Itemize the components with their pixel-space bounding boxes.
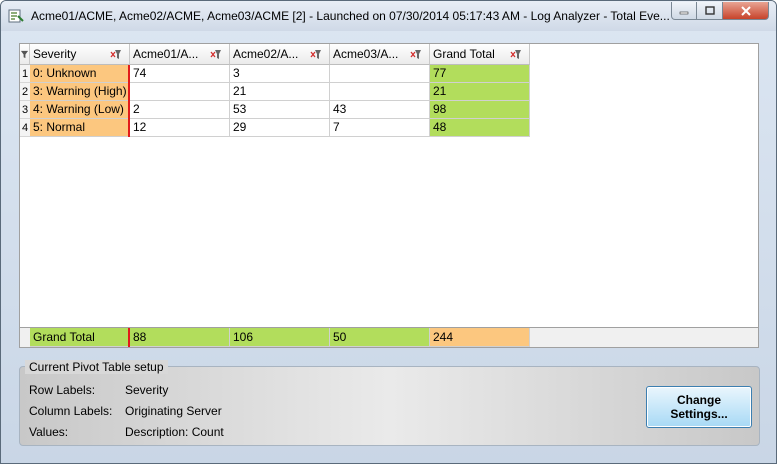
maximize-button[interactable] [697, 2, 723, 20]
value-cell[interactable]: 43 [330, 101, 430, 119]
row-number: 1 [20, 65, 30, 83]
header-acme01[interactable]: Acme01/A... [130, 44, 230, 65]
header-label: Acme01/A... [133, 47, 199, 61]
window-title: Acme01/ACME, Acme02/ACME, Acme03/ACME [2… [31, 9, 670, 23]
column-labels-key: Column Labels: [29, 404, 113, 418]
grand-total-cell[interactable]: 88 [130, 328, 230, 347]
filter-icon[interactable] [510, 49, 522, 60]
header-label: Severity [33, 47, 77, 61]
severity-cell[interactable]: 3: Warning (High) [30, 83, 130, 101]
row-number: 2 [20, 83, 30, 101]
change-settings-button[interactable]: Change Settings... [646, 386, 752, 428]
header-severity[interactable]: Severity [30, 44, 130, 65]
grand-total-row: Grand Total 88 106 50 244 [19, 327, 759, 348]
grand-total-cell[interactable]: 50 [330, 328, 430, 347]
pivot-grid[interactable]: Severity Acme01/A... Acme02/A... Acme03/… [19, 43, 759, 347]
total-cell[interactable]: 98 [430, 101, 530, 119]
total-cell[interactable]: 77 [430, 65, 530, 83]
value-cell[interactable] [330, 65, 430, 83]
close-icon [740, 5, 751, 16]
value-cell[interactable]: 2 [130, 101, 230, 119]
value-cell[interactable]: 7 [330, 119, 430, 137]
value-cell[interactable]: 29 [230, 119, 330, 137]
header-label: Acme02/A... [233, 47, 299, 61]
severity-cell[interactable]: 5: Normal [30, 119, 130, 137]
grand-total-label[interactable]: Grand Total [30, 328, 130, 347]
values-value: Description: Count [125, 425, 224, 439]
value-cell[interactable]: 12 [130, 119, 230, 137]
app-icon [8, 9, 24, 23]
grand-total-cell[interactable]: 106 [230, 328, 330, 347]
value-cell[interactable] [130, 83, 230, 101]
header-label: Grand Total [433, 47, 495, 61]
header-grand-total[interactable]: Grand Total [430, 44, 530, 65]
grid-corner[interactable] [20, 44, 30, 65]
row-number: 4 [20, 119, 30, 137]
filter-icon[interactable] [110, 49, 122, 60]
filter-icon[interactable] [210, 49, 222, 60]
values-key: Values: [29, 425, 69, 439]
filter-icon[interactable] [310, 49, 322, 60]
severity-cell[interactable]: 4: Warning (Low) [30, 101, 130, 119]
log-analyzer-window: Acme01/ACME, Acme02/ACME, Acme03/ACME [2… [0, 0, 777, 464]
row-number: 3 [20, 101, 30, 119]
close-button[interactable] [723, 2, 769, 20]
header-acme03[interactable]: Acme03/A... [330, 44, 430, 65]
row-labels-value: Severity [125, 383, 169, 397]
value-cell[interactable]: 74 [130, 65, 230, 83]
header-label: Acme03/A... [333, 47, 399, 61]
row-labels-key: Row Labels: [29, 383, 96, 397]
value-cell[interactable]: 3 [230, 65, 330, 83]
minimize-button[interactable] [671, 2, 697, 20]
filter-icon[interactable] [410, 49, 422, 60]
minimize-icon [679, 11, 689, 14]
pivot-setup-title: Current Pivot Table setup [25, 360, 168, 374]
filter-icon [20, 50, 29, 59]
column-labels-value: Originating Server [125, 404, 222, 418]
row-header-separator [128, 328, 130, 347]
header-acme02[interactable]: Acme02/A... [230, 44, 330, 65]
row-header-separator [128, 65, 130, 137]
grand-total-sum-cell[interactable]: 244 [430, 328, 530, 347]
maximize-icon [704, 6, 715, 15]
total-cell[interactable]: 21 [430, 83, 530, 101]
value-cell[interactable]: 21 [230, 83, 330, 101]
value-cell[interactable]: 53 [230, 101, 330, 119]
value-cell[interactable] [330, 83, 430, 101]
severity-cell[interactable]: 0: Unknown [30, 65, 130, 83]
total-cell[interactable]: 48 [430, 119, 530, 137]
title-bar[interactable]: Acme01/ACME, Acme02/ACME, Acme03/ACME [2… [1, 1, 776, 31]
